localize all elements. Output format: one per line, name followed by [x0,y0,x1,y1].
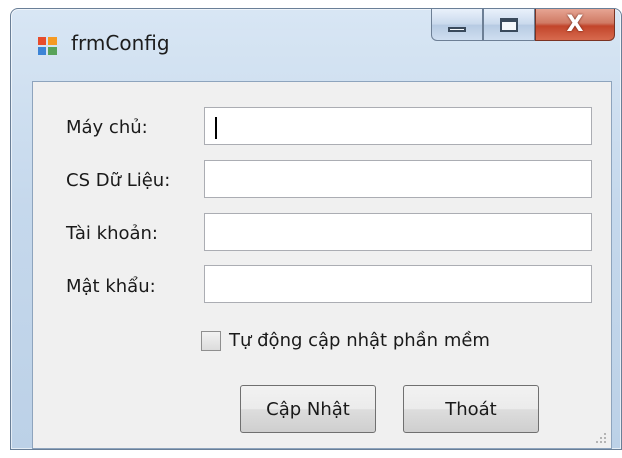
form-app-icon [38,37,57,55]
auto-update-option[interactable]: Tự động cập nhật phần mềm [201,330,490,351]
close-icon: X [566,11,584,37]
password-label: Mật khẩu: [66,276,156,297]
maximize-button[interactable] [483,9,535,41]
auto-update-checkbox[interactable] [201,330,221,351]
config-window: frmConfig X Máy chủ: CS Dữ Liệu: Tài kho… [10,8,622,450]
window-title: frmConfig [71,31,170,55]
account-label: Tài khoản: [66,223,158,244]
maximize-icon [500,17,518,32]
text-caret [215,117,217,139]
database-input[interactable] [204,160,592,198]
password-input[interactable] [204,265,592,303]
database-label: CS Dữ Liệu: [66,170,171,191]
resize-grip[interactable] [595,432,607,444]
minimize-button[interactable] [431,9,483,41]
form-client-area: Máy chủ: CS Dữ Liệu: Tài khoản: Mật khẩu… [32,81,612,449]
update-button[interactable]: Cập Nhật [240,385,376,433]
account-input[interactable] [204,213,592,251]
auto-update-label[interactable]: Tự động cập nhật phần mềm [229,330,490,351]
close-button[interactable]: X [535,9,615,41]
minimize-icon [448,27,466,32]
server-input[interactable] [204,107,592,145]
server-label: Máy chủ: [66,117,148,138]
caption-buttons: X [431,9,615,43]
exit-button[interactable]: Thoát [403,385,539,433]
title-bar[interactable]: frmConfig X [11,9,621,71]
